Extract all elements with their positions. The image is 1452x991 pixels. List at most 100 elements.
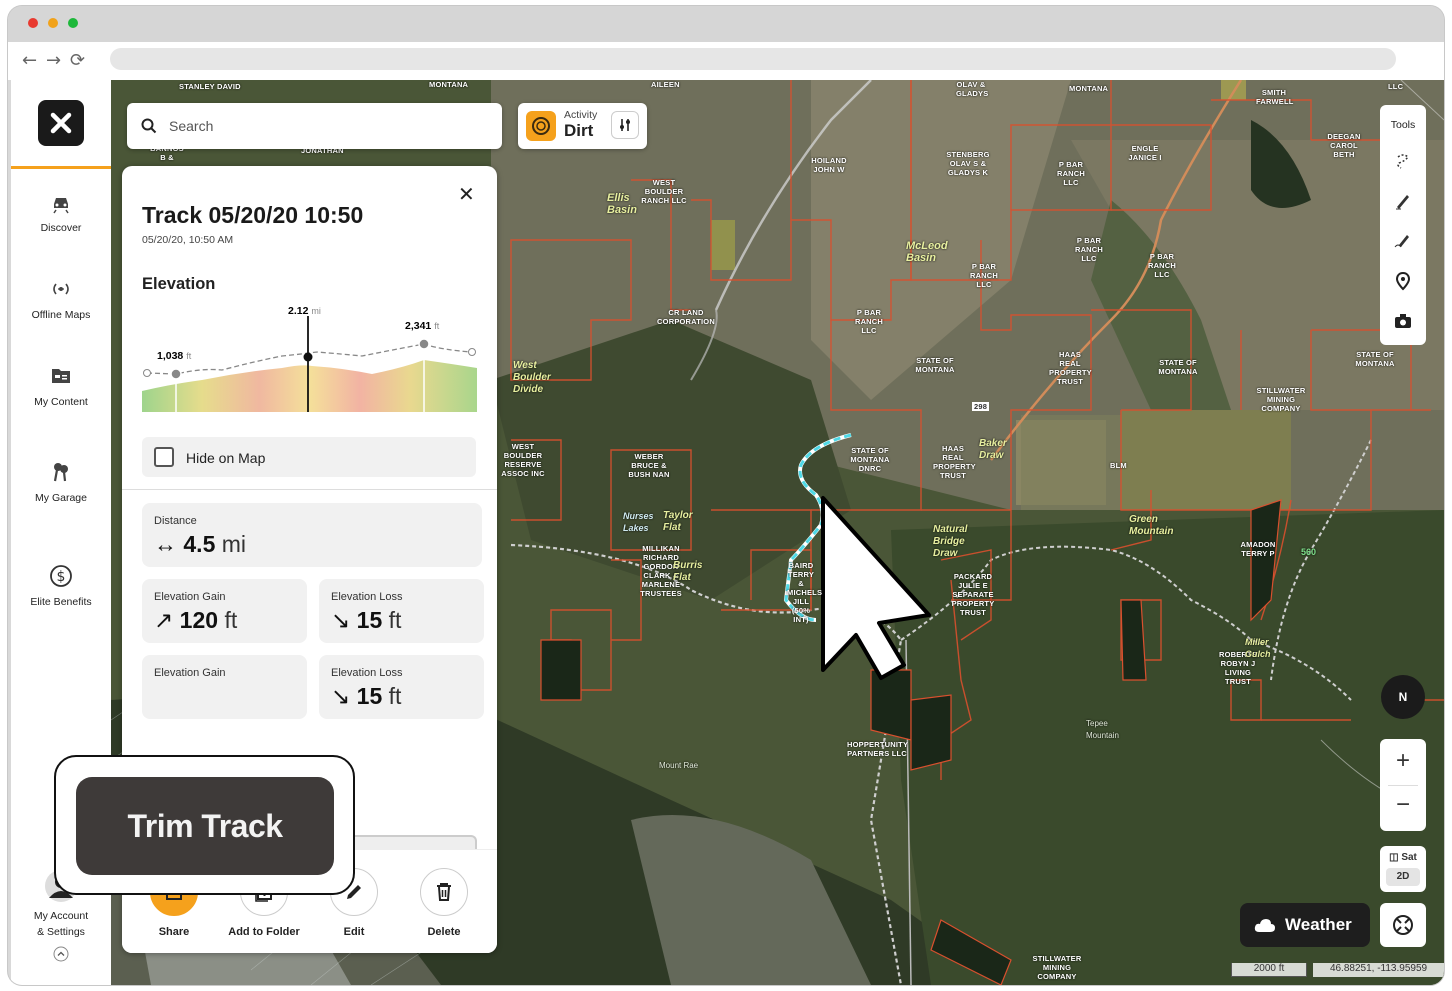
map-label: MONTANA [1069,84,1109,93]
cursor-marker-dot [303,352,313,362]
map-label: P BAR RANCH LLC [969,262,999,289]
place-label: Tepee Mountain [1086,719,1119,740]
elevation-profile-chart[interactable]: 2.12 mi 1,038 ft 2,341 ft [142,305,477,416]
nav-item-elite-benefits[interactable]: $ Elite Benefits [11,564,111,608]
activity-label: Activity [564,109,598,121]
map-label: STANLEY DAVID [179,82,241,91]
map-label: STILLWATER MINING COMPANY [1032,954,1082,981]
activity-selector[interactable]: Activity Dirt [518,103,647,149]
place-label: Nurses Lakes [623,511,654,533]
minimize-window-dot[interactable] [48,18,58,28]
distance-value: 4.5 [183,531,216,557]
map-label: OLAV & GLADYS [956,80,989,98]
filter-settings-button[interactable] [611,111,639,139]
map-label: HAAS REAL PROPERTY TRUST [1049,350,1092,386]
map-label: STATE OF MONTANA [1355,350,1395,368]
max-elevation-label: 2,341 ft [405,320,439,332]
distance-unit: mi [221,531,247,557]
map-label: BLM [1110,461,1127,470]
map-label: HOILAND JOHN W [811,156,847,174]
elevation-loss-label: Elevation Loss [331,591,403,603]
nav-item-my-content[interactable]: My Content [11,364,111,408]
distance-label: Distance [154,515,197,527]
recenter-button[interactable] [1380,903,1426,947]
map-label: AILEEN [651,80,680,89]
hide-on-map-label: Hide on Map [186,450,266,466]
elevation-loss-value: 15 [356,683,383,709]
map-label: LLC [1388,82,1404,91]
trash-icon [437,883,451,901]
browser-toolbar: ← → ⟳ [8,42,1444,80]
cursor-distance-value: 2.12 [288,305,309,317]
panel-divider [122,489,497,490]
elevation-gain-stat: Elevation Gain ↗ 120 ft [142,579,307,643]
lasso-icon[interactable] [1393,151,1413,171]
nav-item-my-garage[interactable]: My Garage [11,460,111,504]
map-label: WEST BOULDER RESERVE ASSOC INC [501,442,545,478]
map-label: P BAR RANCH LLC [1147,252,1177,279]
place-label: Miller Gulch [1245,637,1271,659]
elevation-gain-unit: ft [224,607,238,633]
place-label: Green Mountain [1129,514,1174,537]
zoom-divider [1388,785,1418,786]
back-arrow-icon[interactable]: ← [22,50,37,71]
close-icon[interactable]: ✕ [458,182,475,207]
map-label: AMADON TERRY P [1240,540,1276,558]
nav-item-label: My Content [34,396,88,408]
nav-item-discover[interactable]: Discover [11,190,111,234]
nav-item-offline-maps[interactable]: Offline Maps [11,277,111,321]
maximize-window-dot[interactable] [68,18,78,28]
map-pin-icon[interactable] [1393,271,1413,291]
place-label: Taylor Flat [663,510,693,533]
zoom-in-button[interactable]: + [1380,747,1426,775]
forward-arrow-icon[interactable]: → [46,50,61,71]
chevron-up-icon[interactable] [53,946,69,962]
app-root: Discover Offline Maps My Content My Gara… [8,80,1444,985]
map-label: HAAS REAL PROPERTY TRUST [933,444,976,480]
map-label: BAIRD TERRY & MICHELS JILL (50% INT) [787,561,823,624]
max-point [418,338,430,350]
max-elevation-unit: ft [434,321,440,331]
share-label: Share [158,926,190,938]
arrow-down-right-icon: ↘ [331,607,351,633]
elevation-loss-unit: ft [388,683,402,709]
elevation-loss-label: Elevation Loss [331,667,403,679]
weather-button[interactable]: Weather [1240,903,1370,947]
camera-icon[interactable] [1393,311,1413,331]
elite-benefits-icon: $ [50,565,72,587]
place-label: Burris Flat [673,560,703,583]
hide-on-map-toggle[interactable]: Hide on Map [142,437,476,477]
distance-arrow-icon: ↔ [154,531,177,557]
compass-button[interactable]: N [1381,675,1425,719]
address-bar[interactable] [110,48,1396,70]
place-label: West Boulder Divide [513,360,551,395]
trim-track-button[interactable]: Trim Track [76,777,334,875]
cloud-icon [1254,919,1275,932]
map-label: STENBERG OLAV S & GLADYS K [946,150,990,177]
map-layer-icon: ◫ [1389,852,1399,863]
nav-item-label: My Garage [35,492,87,504]
add-to-folder-label: Add to Folder [228,926,300,938]
map-label: P BAR RANCH LLC [1074,236,1104,263]
elevation-gain-label: Elevation Gain [154,591,226,603]
arrow-down-right-icon: ↘ [331,683,351,709]
cursor-distance-label: 2.12 mi [288,305,321,317]
reload-icon[interactable]: ⟳ [70,50,85,71]
elevation-loss-unit: ft [388,607,402,633]
map-label: PACKARD JULIE E SEPARATE PROPERTY TRUST [951,572,995,617]
layer-toggle[interactable]: ◫ Sat 2D [1380,846,1426,892]
search-bar[interactable]: Search [127,103,502,149]
hide-on-map-checkbox[interactable] [154,447,174,467]
close-window-dot[interactable] [28,18,38,28]
draw-shape-icon[interactable] [1393,231,1413,251]
place-label: Baker Draw [979,438,1007,461]
zoom-out-button[interactable]: − [1380,791,1426,819]
track-title: Track 05/20/20 10:50 [142,202,364,228]
place-label: Ellis Basin [607,192,637,216]
app-logo[interactable] [38,100,84,146]
draw-line-icon[interactable] [1393,191,1413,211]
delete-button[interactable]: Delete [404,868,484,938]
map-label: P BAR RANCH LLC [1056,160,1086,187]
layer-mode: 2D [1386,868,1420,886]
map-coordinates: 46.88251, -113.95959 [1313,963,1444,977]
